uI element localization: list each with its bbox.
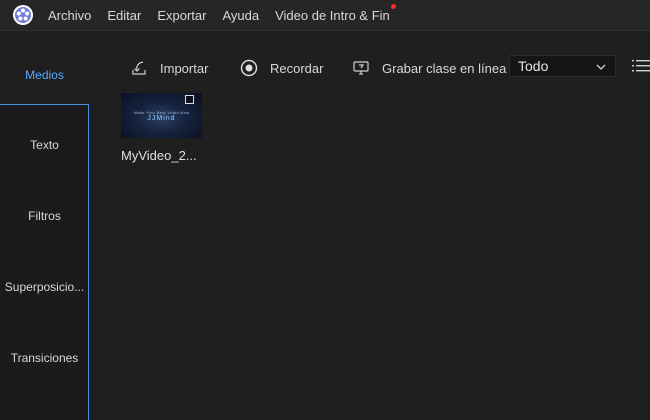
sidebar-item-medios[interactable]: Medios	[0, 39, 89, 110]
menu-archivo[interactable]: Archivo	[40, 8, 99, 23]
media-item[interactable]: Make Your Best Video Now JJMind MyVideo_…	[121, 93, 203, 163]
notification-dot	[390, 3, 396, 9]
menu-exportar[interactable]: Exportar	[149, 8, 214, 23]
import-label: Importar	[160, 60, 209, 76]
media-filter-value: Todo	[518, 58, 549, 74]
media-filter-dropdown[interactable]: Todo	[509, 55, 616, 77]
import-button[interactable]: Importar	[130, 52, 208, 84]
menu-video-intro-fin-label: Video de Intro & Fin	[275, 7, 390, 23]
sidebar-item-filtros[interactable]: Filtros	[0, 180, 89, 251]
app-logo-icon[interactable]	[12, 4, 34, 26]
menu-bar: Archivo Editar Exportar Ayuda Video de I…	[0, 0, 650, 31]
online-class-label: Grabar clase en línea	[382, 60, 507, 76]
chevron-down-icon	[595, 60, 607, 76]
list-view-icon[interactable]	[632, 59, 650, 78]
sidebar-item-transiciones[interactable]: Transiciones	[0, 322, 89, 393]
record-icon	[240, 59, 258, 77]
select-checkbox[interactable]	[185, 95, 194, 104]
menu-editar[interactable]: Editar	[99, 8, 149, 23]
video-thumbnail[interactable]: Make Your Best Video Now JJMind	[121, 93, 202, 138]
import-icon	[130, 59, 148, 77]
media-item-name: MyVideo_2...	[121, 148, 197, 163]
record-label: Recordar	[270, 60, 324, 76]
monitor-icon	[352, 59, 370, 77]
online-class-button[interactable]: Grabar clase en línea	[352, 52, 506, 84]
sidebar-item-superposiciones[interactable]: Superposicio...	[0, 251, 89, 322]
sidebar-item-texto[interactable]: Texto	[0, 109, 89, 180]
record-button[interactable]: Recordar	[240, 52, 323, 84]
media-toolbar: Importar Recordar Grabar clase en línea …	[90, 52, 650, 84]
menu-video-intro-fin[interactable]: Video de Intro & Fin	[267, 3, 398, 23]
menu-ayuda[interactable]: Ayuda	[214, 8, 267, 23]
thumbnail-title: JJMind	[147, 115, 176, 122]
